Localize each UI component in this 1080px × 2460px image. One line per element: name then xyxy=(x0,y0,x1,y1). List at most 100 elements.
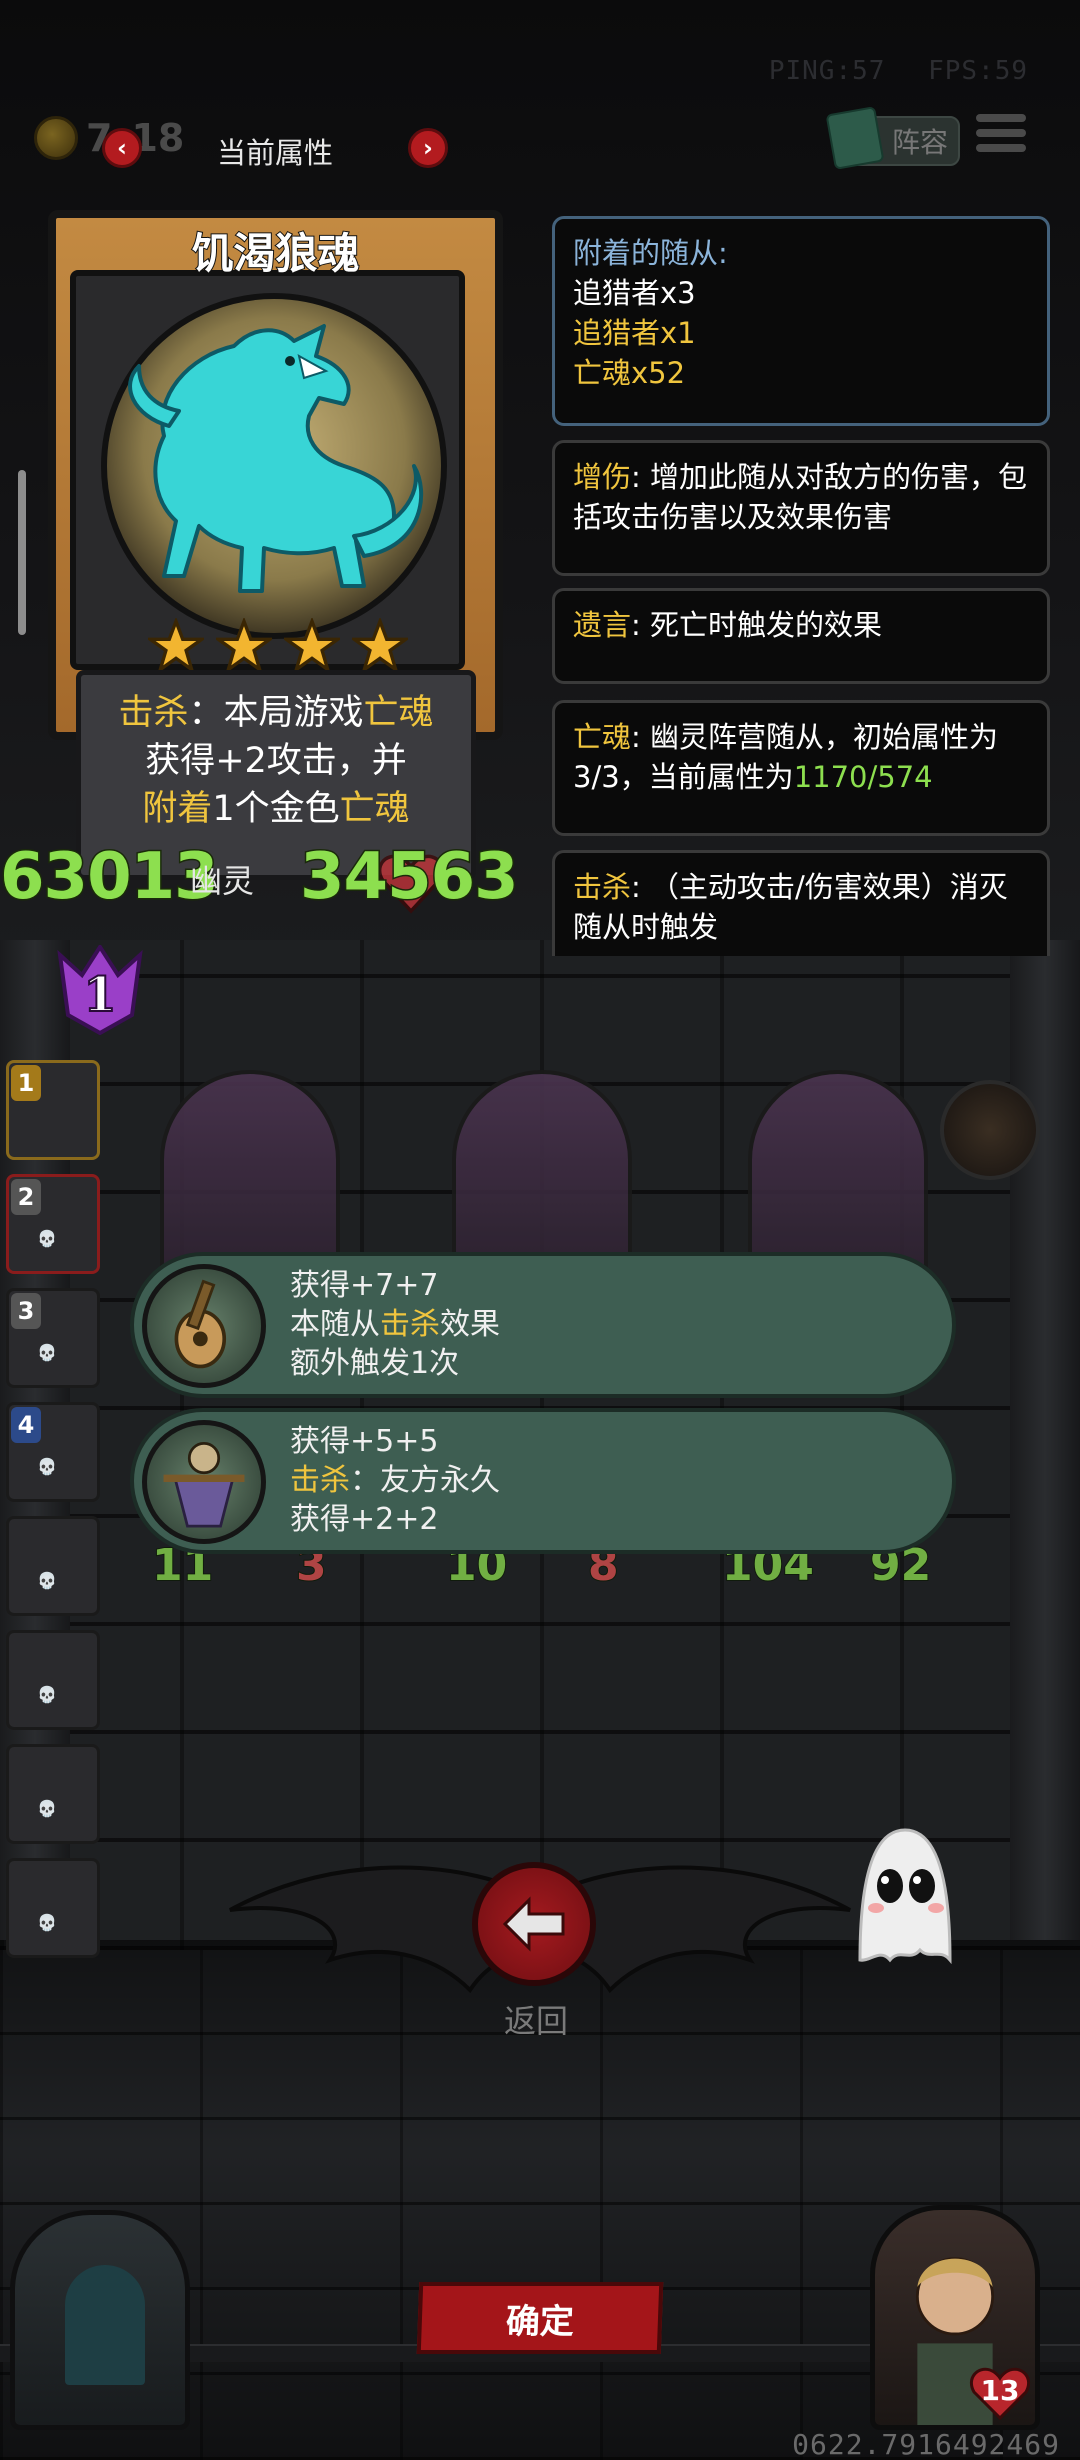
prev-button[interactable]: ‹ xyxy=(102,128,142,168)
confirm-label: 确定 xyxy=(505,2301,575,2342)
kw-soul: 亡魂 xyxy=(363,693,434,733)
star-rating xyxy=(148,618,408,674)
tooltip-fragment: 效果 xyxy=(440,1307,500,1342)
star-icon xyxy=(284,618,340,674)
skull-icon: 💀 xyxy=(37,1913,57,1932)
kw-kill-desc: : （主动攻击/伤害效果）消灭随从时触发 xyxy=(573,870,1008,944)
version-string: 0622.7916492469 xyxy=(792,2428,1060,2460)
gold-coin-icon xyxy=(34,116,78,160)
kw-deathrattle: 遗言 xyxy=(573,608,632,642)
board-minion-pelican[interactable] xyxy=(160,1070,340,1280)
chevron-left-icon: ‹ xyxy=(117,134,127,162)
skull-icon: 💀 xyxy=(37,1799,57,1818)
chevron-right-icon: › xyxy=(423,134,433,162)
kw-kill: 击杀 xyxy=(118,693,189,733)
tooltip-fragment: 本随从 xyxy=(290,1307,380,1342)
attached-item: 追猎者x3 xyxy=(573,276,696,310)
ghost-mascot-icon xyxy=(858,1828,952,1965)
kw-attach: 附着 xyxy=(142,789,213,829)
soul-current-stats: 1170/574 xyxy=(793,760,933,794)
menu-button[interactable] xyxy=(976,114,1026,166)
card-name: 饥渴狼魂 xyxy=(190,228,360,279)
menu-line xyxy=(976,144,1026,152)
hand-slot[interactable]: 1 xyxy=(6,1060,100,1160)
hand-slot[interactable]: 4 💀 xyxy=(6,1402,100,1502)
hand-slot[interactable]: 💀 xyxy=(6,1858,100,1958)
kw-soul: 亡魂 xyxy=(573,720,632,754)
tooltip-line: 额外触发1次 xyxy=(290,1346,460,1381)
kw-kill: 击杀 xyxy=(290,1463,350,1498)
back-button[interactable] xyxy=(472,1862,596,1986)
hand-slot[interactable]: 3 💀 xyxy=(6,1288,100,1388)
kw-deathrattle-desc: : 死亡时触发的效果 xyxy=(631,608,883,642)
panel-title: 当前属性 xyxy=(216,136,333,170)
tooltip-fragment: ：友方永久 xyxy=(350,1463,500,1498)
buff-tooltip-1: 获得+7+7 本随从击杀效果 额外触发1次 xyxy=(130,1252,956,1398)
star-icon xyxy=(148,618,204,674)
board-minion-pelican[interactable] xyxy=(452,1070,632,1280)
buff-tooltip-2: 获得+5+5 击杀：友方永久 获得+2+2 xyxy=(130,1408,956,1554)
attached-item: 追猎者x1 xyxy=(573,316,696,350)
keyword-deathrattle-box: 遗言: 死亡时触发的效果 xyxy=(552,588,1050,684)
hand-slot[interactable]: 💀 xyxy=(6,1630,100,1730)
card-text-line-2: 获得+2攻击，并 xyxy=(145,741,407,781)
kw-damage: 增伤 xyxy=(573,460,632,494)
arrow-left-icon xyxy=(502,1896,565,1952)
kw-soul-desc: : 幽灵阵营随从，初始属性为3/3，当前属性为 xyxy=(573,720,999,794)
health-value: 34563 xyxy=(299,839,521,916)
card-text-fragment: ：本局游戏 xyxy=(188,693,364,733)
spirit-wolf-portrait xyxy=(101,293,447,639)
tier-number: 1 xyxy=(83,967,116,1023)
attached-item: 亡魂x52 xyxy=(573,356,686,390)
star-icon xyxy=(216,618,272,674)
skull-icon: 💀 xyxy=(37,1343,57,1362)
card-stats: 63013 幽灵 34563 xyxy=(0,839,600,920)
menu-line xyxy=(976,129,1026,137)
keyword-kill-box: 击杀: （主动攻击/伤害效果）消灭随从时触发 xyxy=(552,850,1050,956)
fps-readout: FPS:59 xyxy=(928,56,1028,86)
skull-icon: 💀 xyxy=(37,1457,57,1476)
lute-icon xyxy=(142,1264,266,1388)
tooltip-line: 获得+7+7 xyxy=(290,1268,439,1303)
star-icon xyxy=(352,618,408,674)
hand-slot[interactable]: 2 💀 xyxy=(6,1174,100,1274)
portal-ornament xyxy=(10,2210,190,2430)
network-stats: PING:57 FPS:59 xyxy=(743,56,1028,86)
kw-kill: 击杀 xyxy=(380,1307,440,1342)
kw-kill: 击杀 xyxy=(573,870,632,904)
minion-card: 饥渴狼魂 击杀：本局游戏亡魂 获得+2攻击，并 附着1个金色亡魂 63013 幽… xyxy=(0,200,520,940)
trinket-token[interactable] xyxy=(940,1080,1040,1180)
attached-title: 附着的随从: xyxy=(573,236,728,270)
tier-badge-icon: 1 xyxy=(57,945,143,1035)
hand-slot[interactable]: 💀 xyxy=(6,1744,100,1844)
hand-slot[interactable]: 💀 xyxy=(6,1516,100,1616)
lineup-book-icon xyxy=(825,106,885,170)
skull-icon: 💀 xyxy=(37,1229,57,1248)
back-label: 返回 xyxy=(503,2002,568,2040)
tooltip-line: 获得+5+5 xyxy=(290,1424,439,1459)
skull-icon: 💀 xyxy=(37,1685,57,1704)
slot-number: 2 xyxy=(11,1179,41,1215)
slot-number: 1 xyxy=(11,1065,41,1101)
kw-damage-desc: : 增加此随从对敌方的伤害，包括攻击伤害以及效果伤害 xyxy=(573,460,1028,534)
tribe-label: 幽灵 xyxy=(190,862,255,900)
lineup-label: 阵容 xyxy=(891,126,948,159)
hero-health-badge: 13 xyxy=(968,2362,1032,2422)
keyword-damage-box: 增伤: 增加此随从对敌方的伤害，包括攻击伤害以及效果伤害 xyxy=(552,440,1050,576)
scrollbar-thumb[interactable] xyxy=(18,470,26,635)
lineup-button[interactable]: 阵容 xyxy=(825,106,960,170)
tooltip-line: 获得+2+2 xyxy=(290,1502,439,1537)
ping-readout: PING:57 xyxy=(768,56,886,86)
hero-health-value: 13 xyxy=(980,2374,1020,2407)
slot-number: 4 xyxy=(11,1407,41,1443)
confirm-button[interactable]: 确定 xyxy=(416,2282,664,2354)
keyword-soul-box: 亡魂: 幽灵阵营随从，初始属性为3/3，当前属性为1170/574 xyxy=(552,700,1050,836)
menu-line xyxy=(976,114,1026,122)
skull-icon: 💀 xyxy=(37,1571,57,1590)
next-button[interactable]: › xyxy=(408,128,448,168)
portal-window xyxy=(65,2265,145,2385)
board-minion-puppet[interactable] xyxy=(748,1070,928,1280)
tooltip-text: 获得+5+5 击杀：友方永久 获得+2+2 xyxy=(290,1422,500,1539)
slot-number: 3 xyxy=(11,1293,41,1329)
tooltip-text: 获得+7+7 本随从击杀效果 额外触发1次 xyxy=(290,1266,500,1383)
